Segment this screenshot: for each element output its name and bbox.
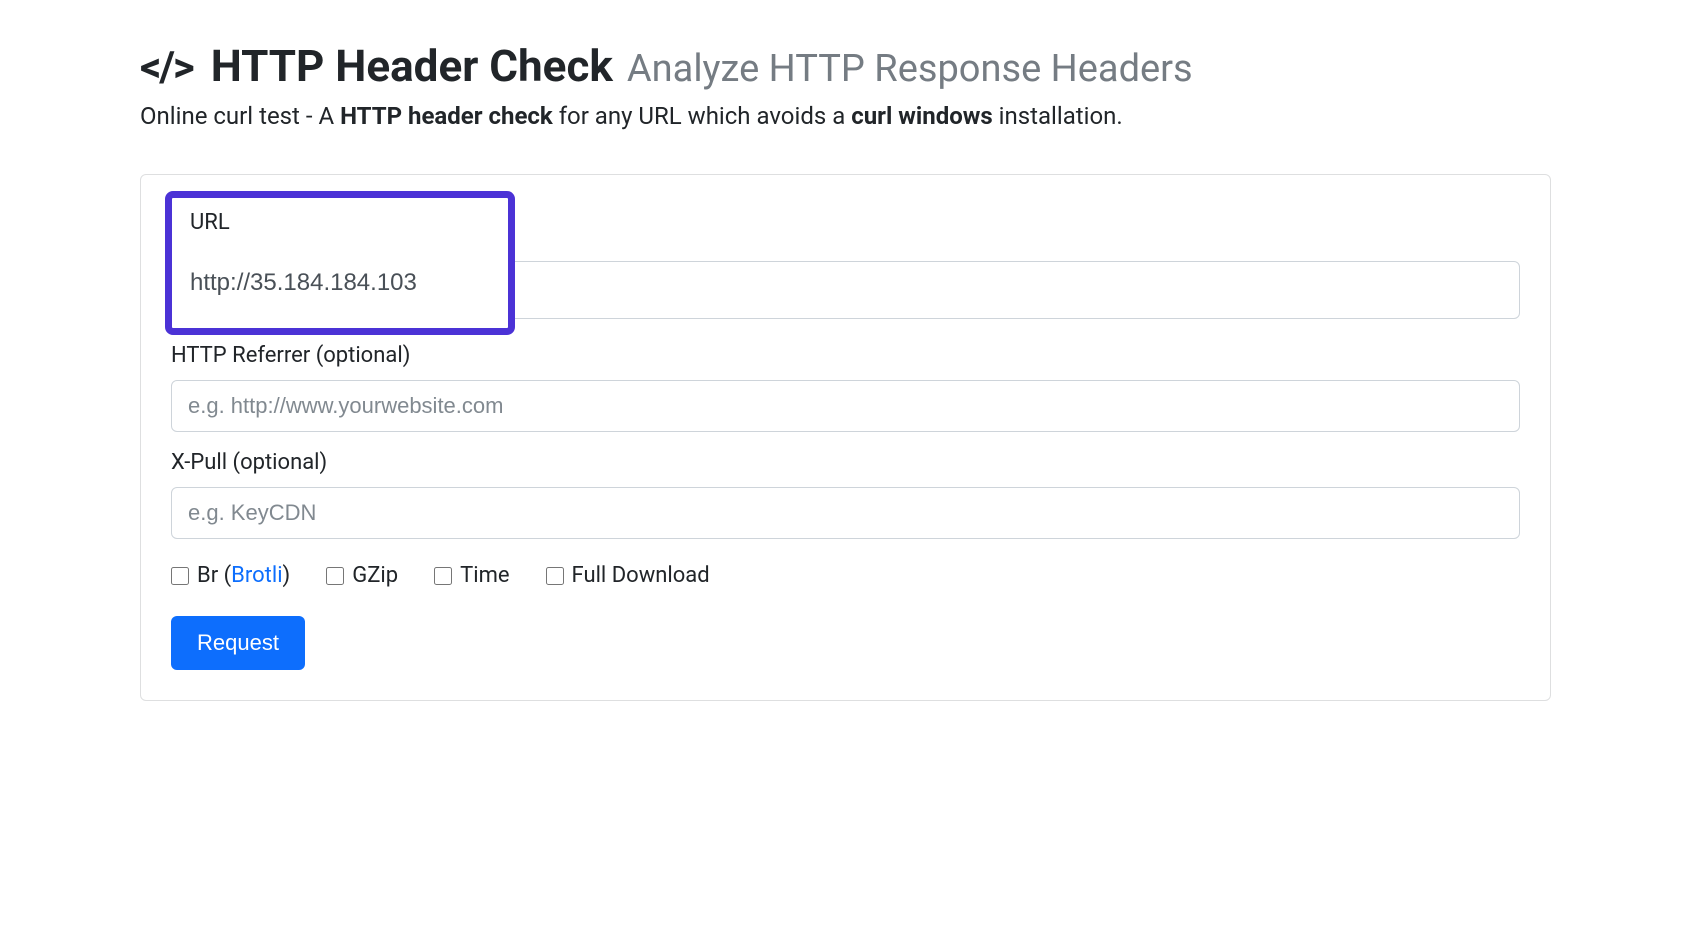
referrer-label: HTTP Referrer (optional) xyxy=(171,343,1520,368)
br-checkbox[interactable] xyxy=(171,567,189,585)
url-input-overlay[interactable] xyxy=(190,269,490,297)
gzip-checkbox[interactable] xyxy=(326,567,344,585)
time-option[interactable]: Time xyxy=(434,563,509,588)
lead-bold1: HTTP header check xyxy=(340,102,553,130)
time-label: Time xyxy=(460,563,509,588)
lead-mid: for any URL which avoids a xyxy=(553,102,851,130)
br-option[interactable]: Br (Brotli) xyxy=(171,563,290,588)
lead-bold2: curl windows xyxy=(851,102,993,130)
brotli-link[interactable]: Brotli xyxy=(231,563,282,588)
lead-text: Online curl test - A HTTP header check f… xyxy=(140,102,1551,130)
referrer-input[interactable] xyxy=(171,380,1520,432)
options-row: Br (Brotli) GZip Time Full Download xyxy=(171,563,1520,588)
full-download-label: Full Download xyxy=(572,563,710,588)
url-group: URL xyxy=(171,191,1520,319)
page-subtitle: Analyze HTTP Response Headers xyxy=(627,47,1193,91)
page-header: </> HTTP Header Check Analyze HTTP Respo… xyxy=(140,40,1551,92)
xpull-label: X-Pull (optional) xyxy=(171,450,1520,475)
form-card: URL HTTP Referrer (optional) X-Pull (opt… xyxy=(140,174,1551,701)
xpull-group: X-Pull (optional) xyxy=(171,450,1520,539)
xpull-input[interactable] xyxy=(171,487,1520,539)
br-label: Br (Brotli) xyxy=(197,563,290,588)
page-title: HTTP Header Check xyxy=(211,40,613,92)
gzip-label: GZip xyxy=(352,563,398,588)
request-button[interactable]: Request xyxy=(171,616,305,670)
referrer-group: HTTP Referrer (optional) xyxy=(171,343,1520,432)
time-checkbox[interactable] xyxy=(434,567,452,585)
gzip-option[interactable]: GZip xyxy=(326,563,398,588)
full-download-option[interactable]: Full Download xyxy=(546,563,710,588)
lead-post: installation. xyxy=(993,102,1123,130)
lead-pre: Online curl test - A xyxy=(140,102,340,130)
url-label: URL xyxy=(190,210,490,235)
full-download-checkbox[interactable] xyxy=(546,567,564,585)
code-icon: </> xyxy=(140,43,193,92)
url-highlight-box: URL xyxy=(165,191,515,335)
